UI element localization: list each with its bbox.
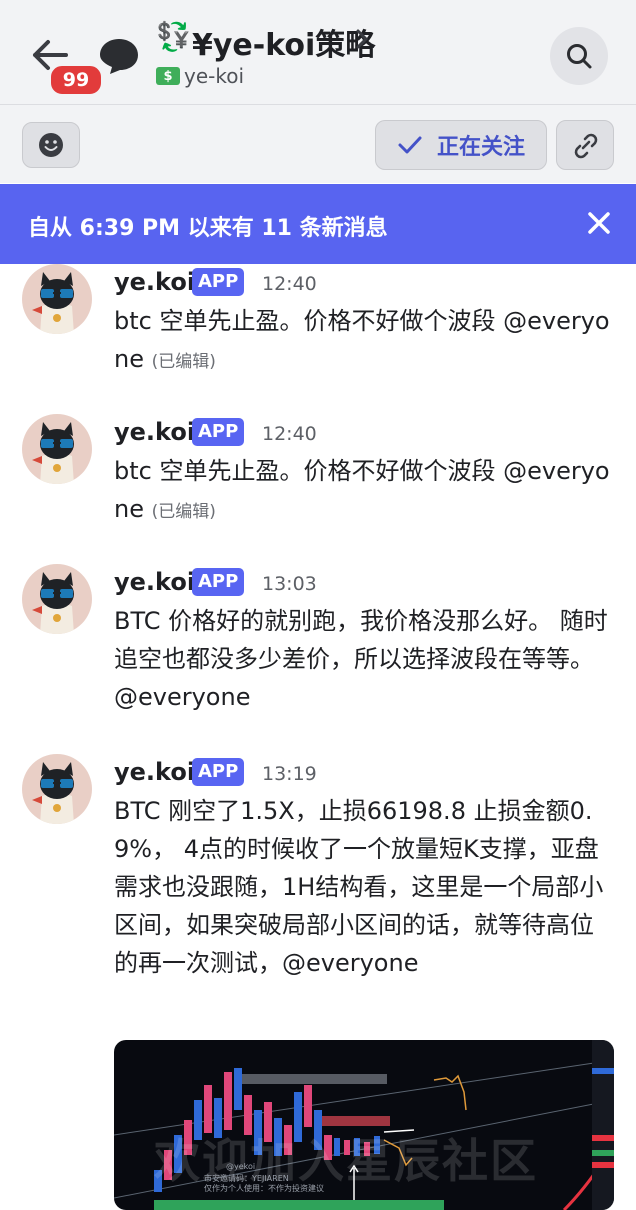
message-text: BTC 价格好的就别跑，我价格没那么好。 随时追空也都没多少差价，所以选择波段在… [114, 607, 608, 711]
new-messages-text: 自从 6:39 PM 以来有 11 条新消息 [28, 216, 388, 241]
channel-title[interactable]: ¥ye-koi策略 [192, 20, 375, 64]
avatar[interactable] [22, 754, 92, 824]
unread-badge: 99 [48, 63, 104, 97]
timestamp: 12:40 [262, 273, 317, 295]
author-name[interactable]: ye.koi [114, 758, 195, 786]
message-item[interactable]: ye.koi APP 12:40 btc 空单先止盈。价格不好做个波段 @eve… [0, 414, 636, 554]
app-tag: APP [192, 268, 245, 296]
money-icon: $ [156, 67, 180, 85]
avatar[interactable] [22, 414, 92, 484]
app-tag: APP [192, 418, 245, 446]
chart-attachment-image[interactable]: 欢迎加入星辰社区 @yekoi 市安邀请码：YEJIAREN 仅作为个人使用：不… [114, 1040, 614, 1210]
link-icon [574, 133, 598, 159]
message-item[interactable]: ye.koi APP 13:03 BTC 价格好的就别跑，我价格没那么好。 随时… [0, 564, 636, 734]
edited-label: (已编辑) [151, 352, 216, 372]
chat-bubble-icon[interactable] [98, 36, 140, 76]
copy-link-button[interactable] [556, 120, 614, 170]
checkmark-icon [398, 136, 422, 154]
chart-handle: @yekoi [226, 1162, 256, 1171]
app-tag: APP [192, 568, 245, 596]
chart-note-2: 仅作为个人使用：不作为投资建议 [204, 1184, 324, 1193]
new-messages-banner[interactable]: 自从 6:39 PM 以来有 11 条新消息 [0, 184, 636, 264]
message-text: BTC 刚空了1.5X，止损66198.8 止损金额0.9%， 4点的时候收了一… [114, 797, 604, 977]
channel-header: 99 💱 ¥ye-koi策略 $ ye-koi [0, 0, 636, 105]
timestamp: 13:03 [262, 573, 317, 595]
message-text: btc 空单先止盈。价格不好做个波段 @everyone (已编辑) [114, 302, 614, 381]
timestamp: 12:40 [262, 423, 317, 445]
timestamp: 13:19 [262, 763, 317, 785]
chevron-right-icon[interactable] [354, 28, 370, 50]
author-name[interactable]: ye.koi [114, 418, 195, 446]
following-label: 正在关注 [436, 135, 525, 160]
avatar[interactable] [22, 564, 92, 634]
following-button[interactable]: 正在关注 [375, 120, 547, 170]
action-bar: 正在关注 [0, 105, 636, 183]
edited-label: (已编辑) [151, 502, 216, 522]
app-tag: APP [192, 758, 245, 786]
channel-subtitle: $ ye-koi [156, 64, 244, 88]
avatar[interactable] [22, 264, 92, 334]
emoji-button[interactable] [22, 122, 80, 168]
message-item[interactable]: ye.koi APP 12:40 btc 空单先止盈。价格不好做个波段 @eve… [0, 264, 636, 404]
exchange-emoji-icon: 💱 [156, 20, 191, 53]
close-icon[interactable] [586, 210, 612, 236]
search-button[interactable] [550, 27, 608, 85]
search-icon [567, 44, 592, 69]
smiley-icon [39, 133, 63, 157]
author-name[interactable]: ye.koi [114, 568, 195, 596]
channel-sub-label: ye-koi [184, 64, 245, 88]
message-text: btc 空单先止盈。价格不好做个波段 @everyone (已编辑) [114, 452, 614, 531]
author-name[interactable]: ye.koi [114, 268, 195, 296]
